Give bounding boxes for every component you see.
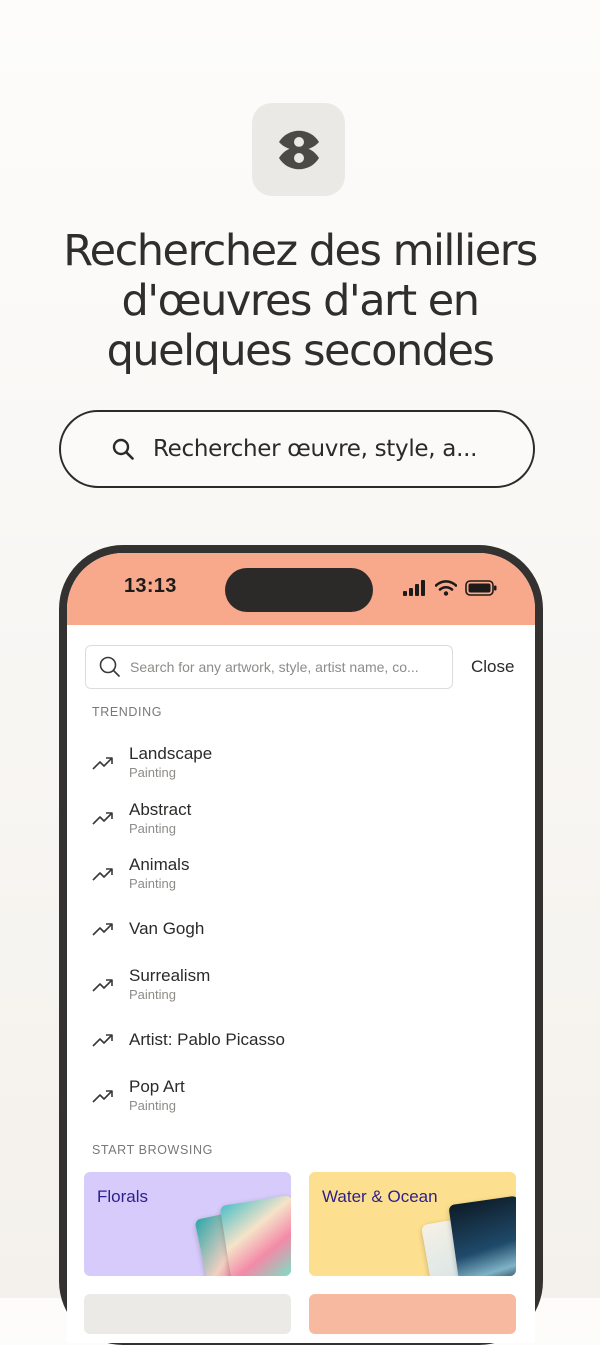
browse-card-label: Water & Ocean bbox=[322, 1187, 438, 1206]
trending-section-label: TRENDING bbox=[92, 705, 163, 719]
promo-search-label: Rechercher œuvre, style, a... bbox=[153, 436, 478, 462]
battery-icon bbox=[465, 580, 497, 596]
promo-search-bar[interactable]: Rechercher œuvre, style, a... bbox=[59, 410, 535, 488]
trending-item[interactable]: Abstract Painting bbox=[92, 791, 512, 847]
trending-item-title: Artist: Pablo Picasso bbox=[129, 1030, 285, 1050]
trending-up-icon bbox=[92, 1089, 113, 1103]
trending-up-icon bbox=[92, 812, 113, 825]
trending-up-icon bbox=[92, 1034, 113, 1047]
phone-mockup: 13:13 Search for any artwork, style, art… bbox=[59, 545, 543, 1345]
trending-item-title: Surrealism bbox=[129, 966, 211, 986]
trending-item[interactable]: Van Gogh bbox=[92, 902, 512, 958]
headline-line-2: d'œuvres d'art en bbox=[121, 276, 480, 326]
trending-item-title: Pop Art bbox=[129, 1077, 185, 1097]
trending-item-subtitle: Painting bbox=[129, 765, 176, 781]
trending-up-icon bbox=[92, 867, 113, 881]
trending-item-subtitle: Painting bbox=[129, 876, 176, 892]
page-title: Recherchez des milliers d'œuvres d'art e… bbox=[20, 226, 580, 376]
trending-item-title: Landscape bbox=[129, 744, 213, 764]
search-input[interactable]: Search for any artwork, style, artist na… bbox=[85, 645, 453, 689]
cellular-signal-icon bbox=[403, 580, 425, 596]
search-icon bbox=[112, 438, 134, 460]
trending-up-icon bbox=[92, 978, 113, 992]
trending-item-title: Van Gogh bbox=[129, 919, 205, 939]
wifi-icon bbox=[435, 580, 457, 596]
trending-up-icon bbox=[92, 756, 113, 770]
headline-line-3: quelques secondes bbox=[106, 326, 495, 376]
phone-screen: 13:13 Search for any artwork, style, art… bbox=[67, 553, 535, 1343]
trending-item[interactable]: Landscape Painting bbox=[92, 735, 512, 791]
trending-item-title: Abstract bbox=[129, 799, 192, 819]
headline-line-1: Recherchez des milliers bbox=[63, 226, 538, 276]
browse-card-water-ocean[interactable]: Water & Ocean bbox=[309, 1172, 516, 1276]
trending-list: Landscape Painting Abstract Painting Anima… bbox=[92, 735, 512, 1124]
status-icons bbox=[403, 580, 497, 596]
close-button[interactable]: Close bbox=[471, 657, 514, 677]
browse-card-florals[interactable]: Florals bbox=[84, 1172, 291, 1276]
status-time: 13:13 bbox=[124, 575, 177, 597]
trending-item-subtitle: Painting bbox=[129, 1098, 176, 1114]
status-bar: 13:13 bbox=[67, 553, 535, 625]
search-icon bbox=[99, 656, 120, 677]
trending-item[interactable]: Surrealism Painting bbox=[92, 957, 512, 1013]
artwork-thumbnail bbox=[219, 1194, 291, 1276]
trending-item[interactable]: Animals Painting bbox=[92, 846, 512, 902]
app-logo bbox=[252, 103, 345, 196]
trending-item[interactable]: Artist: Pablo Picasso bbox=[92, 1013, 512, 1069]
browse-card-label: Florals bbox=[97, 1187, 149, 1206]
trending-up-icon bbox=[92, 923, 113, 936]
trending-item[interactable]: Pop Art Painting bbox=[92, 1068, 512, 1124]
trending-item-title: Animals bbox=[129, 855, 190, 875]
trending-item-subtitle: Painting bbox=[129, 820, 176, 836]
eye-logo-icon bbox=[278, 130, 319, 169]
search-placeholder: Search for any artwork, style, artist na… bbox=[130, 659, 419, 675]
browse-card-partial[interactable] bbox=[309, 1294, 516, 1334]
trending-item-subtitle: Painting bbox=[129, 987, 176, 1003]
search-row: Search for any artwork, style, artist na… bbox=[85, 644, 515, 690]
artwork-thumbnail bbox=[448, 1195, 516, 1276]
browse-card-partial[interactable] bbox=[84, 1294, 291, 1334]
dynamic-island bbox=[225, 568, 373, 612]
browse-section-label: START BROWSING bbox=[92, 1143, 213, 1157]
